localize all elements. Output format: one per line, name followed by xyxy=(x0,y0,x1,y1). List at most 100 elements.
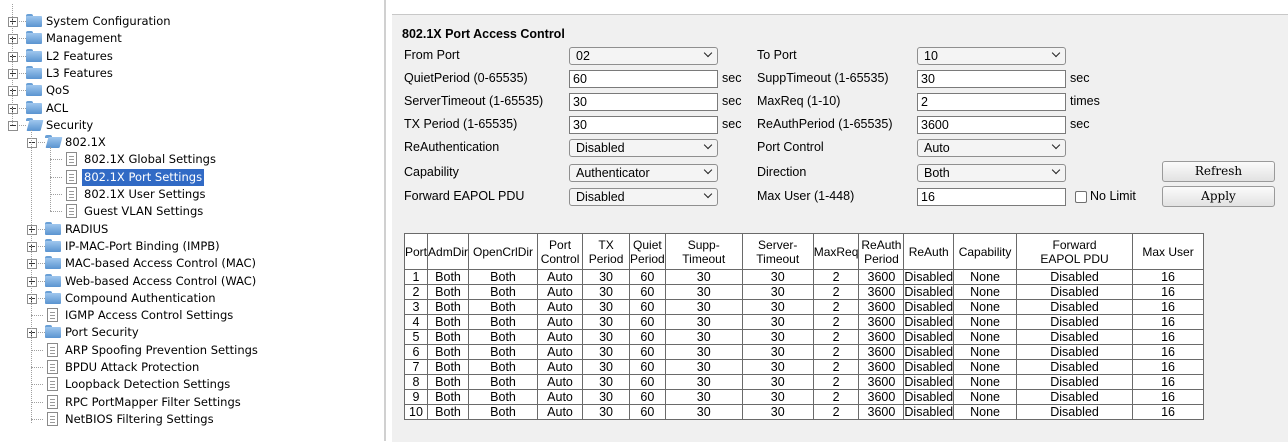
folder-icon xyxy=(26,49,42,63)
refresh-button[interactable]: Refresh xyxy=(1162,161,1275,182)
tree-item-label[interactable]: 802.1X Global Settings xyxy=(84,151,216,168)
column-header-text: Period xyxy=(588,251,624,266)
tree-item-label[interactable]: IGMP Access Control Settings xyxy=(65,307,233,324)
expand-icon[interactable] xyxy=(27,259,37,269)
tree-item[interactable]: 802.1X xyxy=(0,134,378,151)
tree-item[interactable]: QoS xyxy=(0,82,378,99)
supp-timeout-input[interactable]: 30 xyxy=(917,70,1066,88)
table-cell: Auto xyxy=(537,284,584,300)
tree-item-label[interactable]: IP-MAC-Port Binding (IMPB) xyxy=(65,238,220,255)
port-control-select[interactable]: Auto xyxy=(917,139,1066,157)
tree-item[interactable]: ACL xyxy=(0,100,378,117)
tree-item[interactable]: IP-MAC-Port Binding (IMPB) xyxy=(0,238,378,255)
table-cell: 3600 xyxy=(858,329,905,345)
collapse-icon[interactable] xyxy=(27,138,37,148)
expand-icon[interactable] xyxy=(8,34,18,44)
tree-item[interactable]: Port Security xyxy=(0,324,378,341)
expand-icon[interactable] xyxy=(27,225,37,235)
tree-item[interactable]: System Configuration xyxy=(0,13,378,30)
table-row: 7 Both Both Auto 30 60 30 30 2 3600 Disabled None Di… xyxy=(403,359,1205,375)
tree-item-label[interactable]: Web-based Access Control (WAC) xyxy=(65,273,256,290)
from-port-value: 02 xyxy=(576,49,590,63)
tree-item-label[interactable]: 802.1X User Settings xyxy=(84,186,206,203)
tree-item-label[interactable]: Guest VLAN Settings xyxy=(84,203,203,220)
from-port-select[interactable]: 02 xyxy=(569,47,718,65)
frame-divider[interactable] xyxy=(384,0,386,441)
column-header: Supp- Timeout xyxy=(664,233,743,270)
tree-item-label[interactable]: L2 Features xyxy=(46,48,113,65)
tree-item[interactable]: 802.1X User Settings xyxy=(0,186,378,203)
forward-eapol-select[interactable]: Disabled xyxy=(569,188,718,206)
tree-item[interactable]: Management xyxy=(0,30,378,47)
column-header: Capability xyxy=(953,233,1018,270)
tree-item-label[interactable]: RPC PortMapper Filter Settings xyxy=(65,394,241,411)
tree-item[interactable]: ARP Spoofing Prevention Settings xyxy=(0,342,378,359)
tree-item-label[interactable]: Compound Authentication xyxy=(65,290,216,307)
max-user-input[interactable]: 16 xyxy=(917,188,1066,206)
table-cell: Both xyxy=(468,359,539,375)
tree-item[interactable]: RADIUS xyxy=(0,221,378,238)
tree-item[interactable]: BPDU Attack Protection xyxy=(0,359,378,376)
table-cell: Disabled xyxy=(903,389,955,405)
tree-item-label[interactable]: QoS xyxy=(46,82,69,99)
expand-icon[interactable] xyxy=(27,328,37,338)
tree-item-label[interactable]: Management xyxy=(46,30,122,47)
tree-item[interactable]: 802.1X Global Settings xyxy=(0,151,378,168)
tree-item[interactable]: RPC PortMapper Filter Settings xyxy=(0,394,378,411)
max-req-input[interactable]: 2 xyxy=(917,93,1066,111)
collapse-icon[interactable] xyxy=(8,121,18,131)
tree-item[interactable]: Security xyxy=(0,117,378,134)
reauth-period-input[interactable]: 3600 xyxy=(917,116,1066,134)
tree-item-label[interactable]: L3 Features xyxy=(46,65,113,82)
tree-item-label[interactable]: MAC-based Access Control (MAC) xyxy=(65,255,256,272)
tx-period-unit: sec xyxy=(722,117,742,131)
reauthentication-select[interactable]: Disabled xyxy=(569,139,718,157)
folder-icon xyxy=(45,274,61,288)
column-header: ReAuth xyxy=(903,233,955,270)
apply-button[interactable]: Apply xyxy=(1162,186,1275,207)
tree-item[interactable]: Web-based Access Control (WAC) xyxy=(0,273,378,290)
tree-item-label[interactable]: ACL xyxy=(46,100,68,117)
tree-item-label[interactable]: RADIUS xyxy=(65,221,108,238)
expand-icon[interactable] xyxy=(8,104,18,114)
reauthentication-value: Disabled xyxy=(576,141,625,155)
column-header-text: Timeout xyxy=(682,251,726,266)
tree-item-label[interactable]: 802.1X xyxy=(65,134,106,151)
table-cell: 3600 xyxy=(858,404,905,420)
tree-item-label[interactable]: ARP Spoofing Prevention Settings xyxy=(65,342,258,359)
tree-item[interactable]: NetBIOS Filtering Settings xyxy=(0,411,378,428)
to-port-select[interactable]: 10 xyxy=(917,47,1066,65)
table-cell: Both xyxy=(427,389,470,405)
server-timeout-input[interactable]: 30 xyxy=(569,93,718,111)
tree-item-label[interactable]: Port Security xyxy=(65,324,139,341)
tx-period-input[interactable]: 30 xyxy=(569,116,718,134)
tree-item-label[interactable]: BPDU Attack Protection xyxy=(65,359,199,376)
tree-item[interactable]: IGMP Access Control Settings xyxy=(0,307,378,324)
expand-icon[interactable] xyxy=(8,52,18,62)
quiet-period-input[interactable]: 60 xyxy=(569,70,718,88)
table-cell: 30 xyxy=(664,404,743,420)
no-limit-checkbox[interactable] xyxy=(1075,191,1087,203)
tree-item[interactable]: MAC-based Access Control (MAC) xyxy=(0,255,378,272)
tree-item-label[interactable]: 802.1X Port Settings xyxy=(82,169,205,186)
expand-icon[interactable] xyxy=(8,69,18,79)
tree-item[interactable]: Compound Authentication xyxy=(0,290,378,307)
expand-icon[interactable] xyxy=(27,242,37,252)
expand-icon[interactable] xyxy=(8,17,18,27)
tree-item[interactable]: 802.1X Port Settings xyxy=(0,169,378,186)
expand-icon[interactable] xyxy=(27,294,37,304)
tree-item[interactable]: L3 Features xyxy=(0,65,378,82)
tree-item[interactable]: L2 Features xyxy=(0,48,378,65)
table-cell: Both xyxy=(427,284,470,300)
tree-item-label[interactable]: NetBIOS Filtering Settings xyxy=(65,411,214,428)
tree-item-label[interactable]: System Configuration xyxy=(46,13,171,30)
table-cell: Both xyxy=(427,269,470,285)
direction-select[interactable]: Both xyxy=(917,164,1066,182)
tree-item-label[interactable]: Security xyxy=(46,117,93,134)
tree-item-label[interactable]: Loopback Detection Settings xyxy=(65,376,230,393)
expand-icon[interactable] xyxy=(8,86,18,96)
tree-item[interactable]: Guest VLAN Settings xyxy=(0,203,378,220)
tree-item[interactable]: Loopback Detection Settings xyxy=(0,376,378,393)
capability-select[interactable]: Authenticator xyxy=(569,164,718,182)
expand-icon[interactable] xyxy=(27,277,37,287)
